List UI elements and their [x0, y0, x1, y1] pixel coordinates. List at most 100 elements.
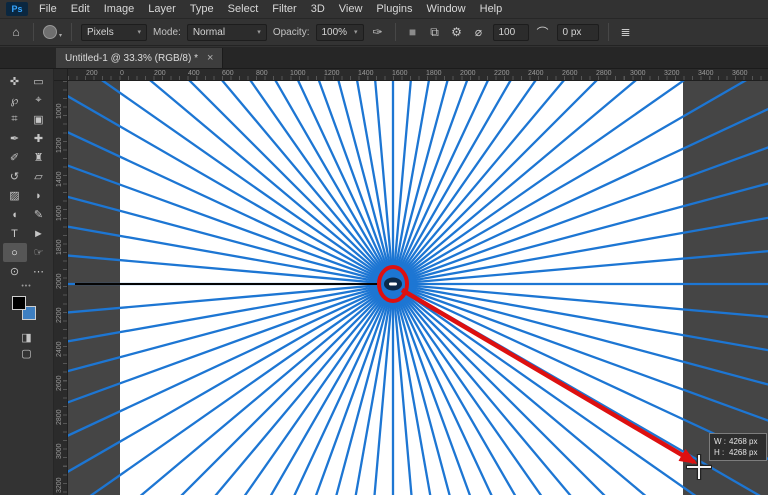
- corner-radius-icon: ⌒: [535, 24, 551, 41]
- screen-mode-icon[interactable]: ▢: [0, 346, 53, 362]
- gear-icon[interactable]: ⚙: [449, 25, 465, 39]
- separator: [395, 23, 396, 41]
- marquee-tool[interactable]: ▭: [27, 72, 51, 91]
- corner-radius-input[interactable]: 0 px: [557, 24, 599, 41]
- menu-item-image[interactable]: Image: [97, 3, 142, 15]
- gradient-tool[interactable]: ▨: [3, 186, 27, 205]
- photoshop-logo-icon[interactable]: Ps: [6, 2, 28, 16]
- menu-item-edit[interactable]: Edit: [64, 3, 97, 15]
- menu-item-view[interactable]: View: [332, 3, 370, 15]
- fill-square-icon[interactable]: ■: [405, 25, 421, 39]
- ruler-left-label: 1000: [56, 103, 63, 119]
- ruler-left-label: 2200: [56, 307, 63, 323]
- eraser-tool[interactable]: ▱: [27, 167, 51, 186]
- type-tool[interactable]: T: [3, 224, 27, 243]
- document-tab[interactable]: Untitled-1 @ 33.3% (RGB/8) * ×: [56, 48, 223, 68]
- separator: [608, 23, 609, 41]
- healing-brush-tool[interactable]: ✚: [27, 129, 51, 148]
- separator: [71, 23, 72, 41]
- menu-item-help[interactable]: Help: [473, 3, 510, 15]
- quick-mask-icon[interactable]: ◨: [0, 330, 53, 346]
- ray-line: [393, 81, 768, 284]
- ray-line: [68, 211, 393, 284]
- ruler-left-label: 1800: [56, 239, 63, 255]
- menu-item-select[interactable]: Select: [221, 3, 266, 15]
- separator: [33, 23, 34, 41]
- path-operations-icon[interactable]: ⧉: [427, 25, 443, 40]
- brush-tool[interactable]: ✐: [3, 148, 27, 167]
- photoshop-window: Ps FileEditImageLayerTypeSelectFilter3DV…: [0, 0, 768, 495]
- ray-line: [393, 81, 768, 284]
- ruler-left-label: 2400: [56, 341, 63, 357]
- opacity-select[interactable]: 100% ▾: [316, 24, 364, 41]
- history-brush-tool[interactable]: ↺: [3, 167, 27, 186]
- ruler-top-label: 400: [188, 70, 200, 77]
- ellipse-tool-icon: [43, 25, 57, 39]
- ray-line: [176, 81, 393, 284]
- menu-item-layer[interactable]: Layer: [141, 3, 183, 15]
- quick-selection-tool[interactable]: ⌖: [27, 91, 51, 110]
- lasso-tool[interactable]: ℘: [3, 91, 27, 110]
- canvas-viewport[interactable]: W : 4268 px H : 4268 px: [68, 81, 768, 495]
- dodge-tool[interactable]: ◖: [3, 205, 27, 224]
- blur-tool[interactable]: ◗: [27, 186, 51, 205]
- ray-line: [393, 81, 768, 284]
- close-icon[interactable]: ×: [207, 52, 213, 64]
- ruler-top-label: 0: [120, 70, 124, 77]
- menu-item-window[interactable]: Window: [420, 3, 473, 15]
- ruler-left-label: 1400: [56, 171, 63, 187]
- menu-item-type[interactable]: Type: [183, 3, 221, 15]
- path-selection-tool[interactable]: ►: [27, 224, 51, 243]
- diameter-value: 100: [499, 27, 516, 38]
- zoom-tool[interactable]: ⊙: [3, 262, 27, 281]
- diameter-icon: ⌀: [471, 25, 487, 39]
- align-icon[interactable]: ≣: [618, 25, 634, 39]
- ruler-left-label: 3200: [56, 477, 63, 493]
- ruler-top-label: 200: [154, 70, 166, 77]
- ray-line: [68, 81, 393, 284]
- toolbar-more-dots: •••: [0, 281, 53, 292]
- corner-radius-value: 0 px: [563, 27, 582, 38]
- options-bar: ⌂ ▾ Pixels ▾ Mode: Normal ▾ Opacity: 100…: [0, 19, 768, 46]
- edit-toolbar[interactable]: ⋯: [27, 262, 51, 281]
- ruler-top-label: 600: [222, 70, 234, 77]
- clone-stamp-tool[interactable]: ♜: [27, 148, 51, 167]
- ray-line: [393, 81, 768, 284]
- hand-tool[interactable]: ☞: [27, 243, 51, 262]
- ruler-top-label: 800: [256, 70, 268, 77]
- ruler-top-label: 2600: [562, 70, 578, 77]
- ruler-top-label: 2400: [528, 70, 544, 77]
- vertical-ruler[interactable]: 1000120014001600180020002200240026002800…: [54, 81, 68, 495]
- color-swatches: [7, 294, 47, 330]
- menu-item-3d[interactable]: 3D: [304, 3, 332, 15]
- ruler-left-label: 1600: [56, 205, 63, 221]
- menu-item-file[interactable]: File: [32, 3, 64, 15]
- tooltip-height-value: 4268 px: [729, 447, 757, 458]
- foreground-color-swatch[interactable]: [12, 296, 26, 310]
- frame-tool[interactable]: ▣: [27, 110, 51, 129]
- document-tab-title: Untitled-1 @ 33.3% (RGB/8) *: [65, 53, 198, 64]
- pressure-icon[interactable]: ✑: [370, 25, 386, 39]
- ray-line: [68, 284, 393, 357]
- menu-item-filter[interactable]: Filter: [265, 3, 303, 15]
- blend-mode-select[interactable]: Normal ▾: [187, 24, 267, 41]
- tool-mode-select[interactable]: Pixels ▾: [81, 24, 147, 41]
- ruler-top-label: 2800: [596, 70, 612, 77]
- diameter-input[interactable]: 100: [493, 24, 529, 41]
- move-tool[interactable]: ✜: [3, 72, 27, 91]
- ruler-left-label: 2000: [56, 273, 63, 289]
- eyedropper-tool[interactable]: ✒: [3, 129, 27, 148]
- ellipse-tool[interactable]: ○: [3, 243, 27, 262]
- pen-tool[interactable]: ✎: [27, 205, 51, 224]
- crop-tool[interactable]: ⌗: [3, 110, 27, 129]
- tool-preset-picker[interactable]: ▾: [43, 25, 62, 39]
- horizontal-ruler[interactable]: 2000200400600800100012001400160018002000…: [68, 69, 768, 81]
- size-tooltip: W : 4268 px H : 4268 px: [709, 433, 767, 461]
- ruler-top-label: 1400: [358, 70, 374, 77]
- tool-grid: ✜▭℘⌖⌗▣✒✚✐♜↺▱▨◗◖✎T►○☞⊙⋯: [0, 69, 53, 281]
- home-icon[interactable]: ⌂: [8, 25, 24, 39]
- chevron-down-icon: ▾: [354, 28, 358, 36]
- starburst-artwork[interactable]: [68, 81, 768, 495]
- ruler-corner[interactable]: [54, 69, 68, 81]
- menu-item-plugins[interactable]: Plugins: [369, 3, 419, 15]
